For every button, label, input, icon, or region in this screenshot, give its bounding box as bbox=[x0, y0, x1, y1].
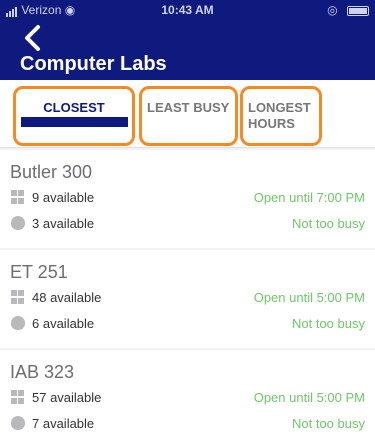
windows-row: 9 available Open until 7:00 PM bbox=[0, 188, 375, 208]
mac-status: Not too busy bbox=[292, 216, 365, 231]
apple-icon bbox=[11, 316, 25, 330]
windows-icon bbox=[11, 390, 25, 404]
mac-available: 6 available bbox=[32, 316, 95, 331]
windows-available: 48 available bbox=[32, 290, 102, 305]
windows-icon bbox=[11, 190, 25, 204]
tab-closest[interactable]: CLOSEST bbox=[13, 86, 135, 146]
apple-icon bbox=[11, 216, 25, 230]
lab-card[interactable]: Butler 300 9 available Open until 7:00 P… bbox=[0, 150, 375, 248]
mac-available: 7 available bbox=[32, 416, 95, 431]
apple-icon bbox=[11, 416, 25, 430]
tab-closest-label: CLOSEST bbox=[43, 100, 105, 115]
lab-card[interactable]: ET 251 48 available Open until 5:00 PM 6… bbox=[0, 250, 375, 348]
sort-tabs: CLOSEST LEAST BUSY LONGEST HOURS bbox=[0, 80, 375, 148]
mac-row: 7 available Not too busy bbox=[0, 414, 375, 434]
mac-row: 3 available Not too busy bbox=[0, 214, 375, 234]
page-title: Computer Labs bbox=[20, 53, 167, 75]
windows-available: 57 available bbox=[32, 390, 102, 405]
windows-status: Open until 5:00 PM bbox=[253, 290, 365, 305]
tab-longest-hours[interactable]: LONGEST HOURS bbox=[240, 86, 322, 146]
mac-available: 3 available bbox=[32, 216, 95, 231]
windows-row: 57 available Open until 5:00 PM bbox=[0, 388, 375, 408]
mac-status: Not too busy bbox=[292, 316, 365, 331]
tab-least-busy[interactable]: LEAST BUSY bbox=[139, 86, 238, 146]
lab-card[interactable]: IAB 323 57 available Open until 5:00 PM … bbox=[0, 350, 375, 448]
lab-name: Butler 300 bbox=[10, 162, 93, 182]
battery-icon bbox=[347, 5, 369, 16]
tab-longest-hours-label: LONGEST HOURS bbox=[248, 100, 311, 131]
tab-selected-indicator bbox=[21, 117, 128, 127]
tab-least-busy-label: LEAST BUSY bbox=[147, 100, 230, 115]
status-right: ◎ bbox=[327, 3, 369, 17]
windows-status: Open until 5:00 PM bbox=[253, 390, 365, 405]
lab-name: IAB 323 bbox=[10, 362, 75, 382]
windows-icon bbox=[11, 290, 25, 304]
back-chevron-icon[interactable] bbox=[22, 24, 46, 52]
mac-status: Not too busy bbox=[292, 416, 365, 431]
mac-row: 6 available Not too busy bbox=[0, 314, 375, 334]
windows-row: 48 available Open until 5:00 PM bbox=[0, 288, 375, 308]
windows-status: Open until 7:00 PM bbox=[253, 190, 365, 205]
windows-available: 9 available bbox=[32, 190, 95, 205]
clock: 10:43 AM bbox=[161, 3, 214, 17]
header: Verizon ◉ 10:43 AM ◎ Computer Labs bbox=[0, 0, 375, 80]
orientation-lock-icon: ◎ bbox=[327, 3, 338, 17]
status-bar: Verizon ◉ 10:43 AM ◎ bbox=[0, 0, 375, 20]
lab-name: ET 251 bbox=[10, 262, 68, 282]
